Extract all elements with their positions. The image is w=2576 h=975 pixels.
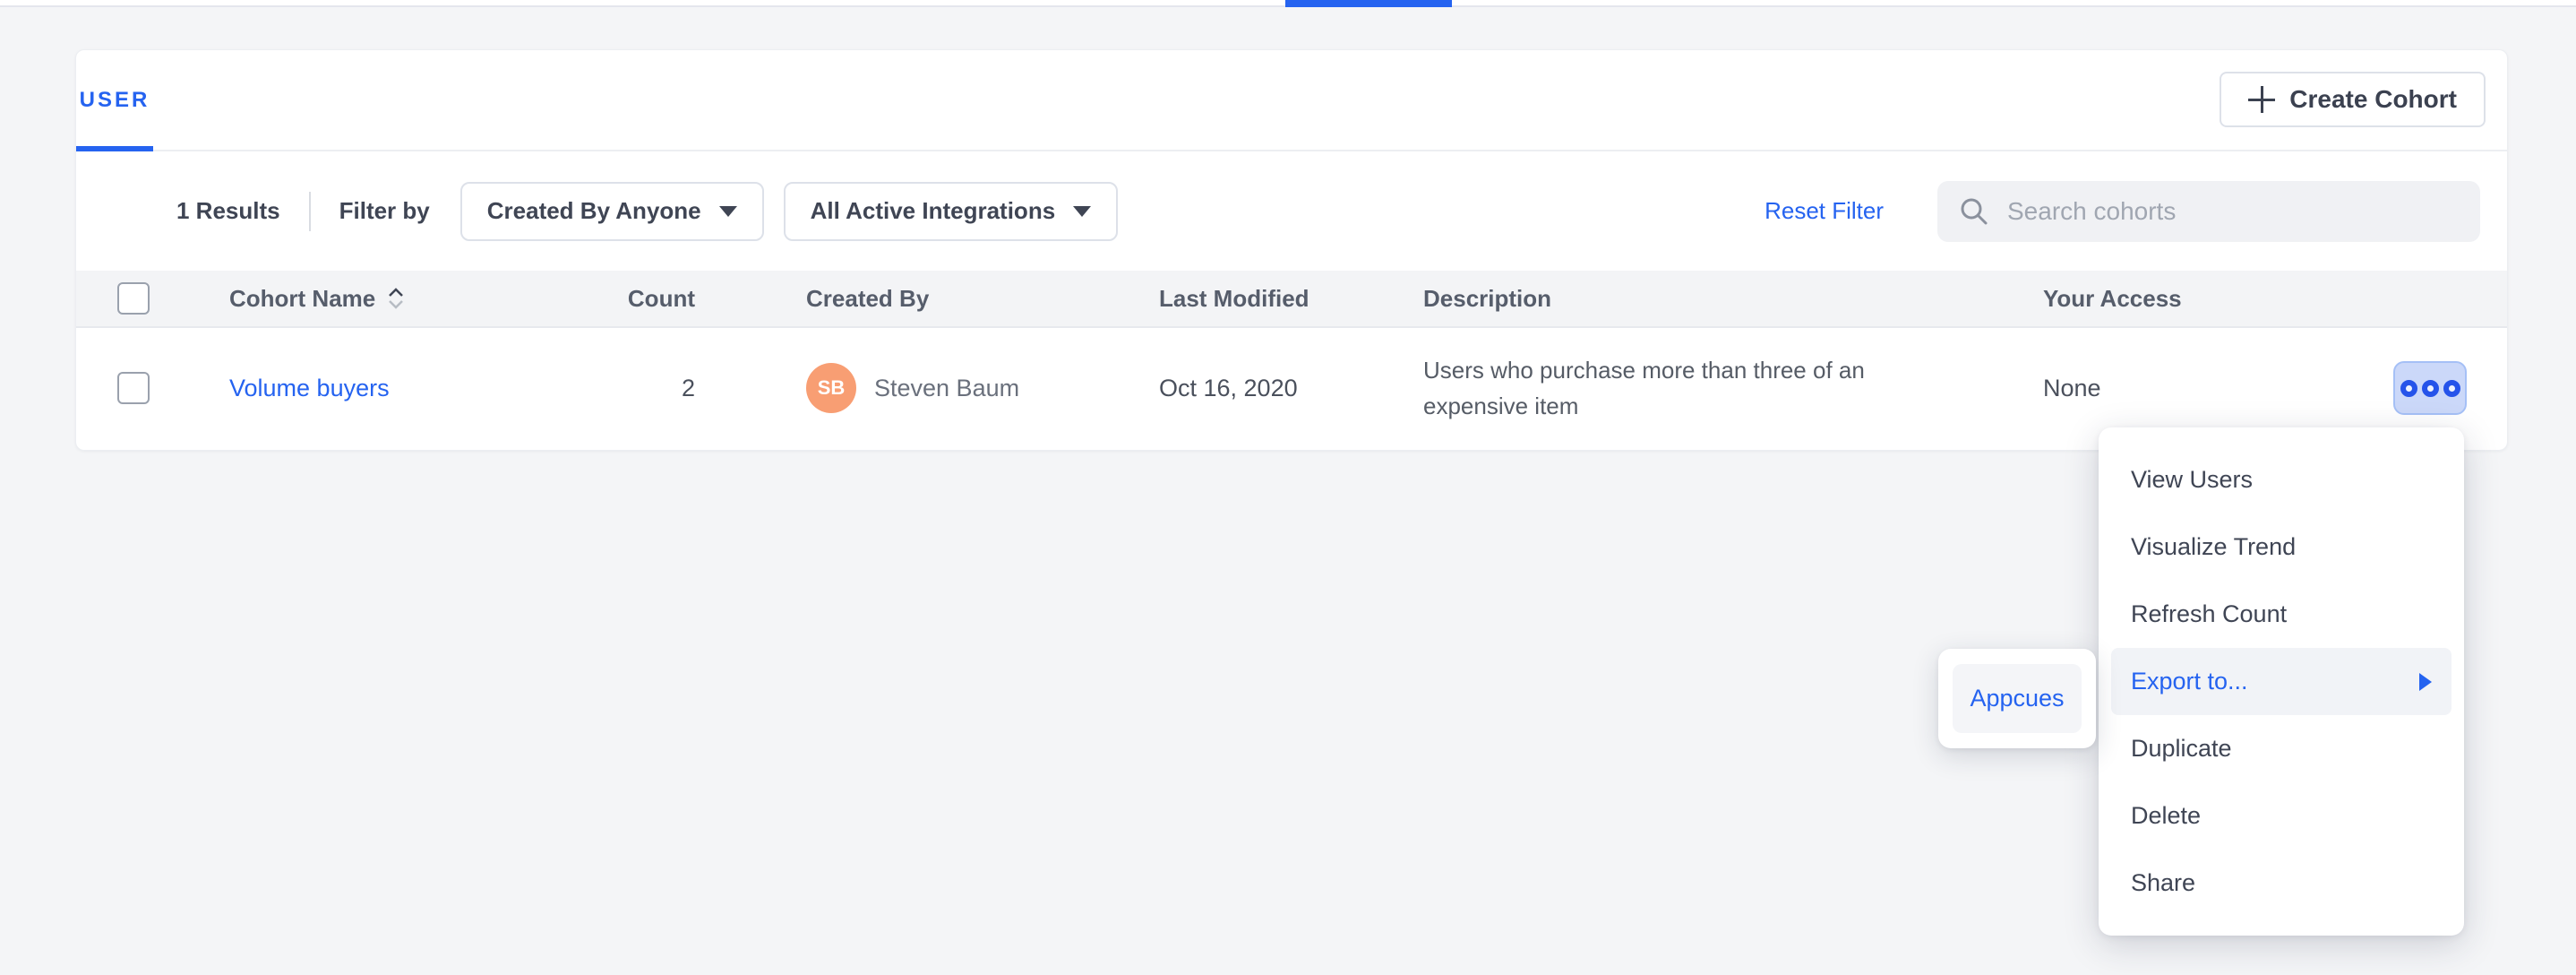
column-your-access[interactable]: Your Access (2043, 285, 2509, 313)
search-box[interactable] (1937, 181, 2480, 242)
menu-item-visualize-trend[interactable]: Visualize Trend (2111, 513, 2451, 581)
row-checkbox[interactable] (117, 372, 150, 404)
submenu-item-appcues[interactable]: Appcues (1953, 664, 2082, 733)
export-submenu: Appcues (1938, 649, 2096, 748)
reset-filter-link[interactable]: Reset Filter (1765, 197, 1884, 225)
menu-item-refresh-count[interactable]: Refresh Count (2111, 581, 2451, 648)
active-tab-indicator (1285, 0, 1452, 7)
menu-item-export-to[interactable]: Export to... (2111, 648, 2451, 715)
chevron-down-icon (1073, 206, 1091, 217)
top-tab-strip (0, 0, 2576, 7)
last-modified-value: Oct 16, 2020 (1159, 375, 1423, 402)
ellipsis-icon (2422, 380, 2439, 397)
plus-icon (2248, 86, 2275, 113)
tab-user[interactable]: USER (76, 50, 153, 150)
column-created-by[interactable]: Created By (806, 285, 1159, 313)
menu-item-duplicate[interactable]: Duplicate (2111, 715, 2451, 782)
integrations-dropdown[interactable]: All Active Integrations (784, 182, 1119, 241)
column-count[interactable]: Count (627, 285, 806, 313)
create-cohort-button[interactable]: Create Cohort (2220, 72, 2486, 127)
row-actions-button[interactable] (2393, 361, 2467, 415)
cohort-name-link[interactable]: Volume buyers (229, 375, 390, 402)
sort-icon (388, 288, 404, 309)
cohort-count: 2 (627, 375, 806, 402)
tab-user-label: USER (80, 88, 150, 113)
ellipsis-icon (2443, 380, 2460, 397)
created-by-dropdown-value: Created By Anyone (487, 197, 701, 225)
creator-name: Steven Baum (874, 375, 1019, 402)
column-last-modified[interactable]: Last Modified (1159, 285, 1423, 313)
chevron-down-icon (719, 206, 737, 217)
menu-item-delete[interactable]: Delete (2111, 782, 2451, 850)
filter-by-label: Filter by (339, 197, 430, 225)
menu-item-view-users[interactable]: View Users (2111, 446, 2451, 513)
filter-right-group: Reset Filter (1765, 181, 2480, 242)
avatar: SB (806, 363, 856, 413)
description-value: Users who purchase more than three of an… (1423, 352, 2043, 424)
ellipsis-icon (2400, 380, 2417, 397)
tab-active-underline (76, 146, 153, 151)
your-access-value: None (2043, 375, 2101, 402)
column-cohort-name[interactable]: Cohort Name (229, 285, 627, 313)
create-cohort-label: Create Cohort (2289, 85, 2457, 114)
divider (309, 192, 311, 231)
column-description[interactable]: Description (1423, 285, 2043, 313)
row-context-menu: View Users Visualize Trend Refresh Count… (2099, 427, 2464, 936)
table-header: Cohort Name Count Created By Last Modifi… (76, 271, 2507, 328)
panel-header: USER Create Cohort (76, 50, 2507, 151)
cohorts-panel: USER Create Cohort 1 Results Filter by C… (75, 49, 2508, 451)
submenu-arrow-icon (2419, 673, 2432, 691)
search-icon (1959, 196, 1989, 227)
select-all-checkbox[interactable] (117, 282, 150, 315)
integrations-dropdown-value: All Active Integrations (811, 197, 1056, 225)
menu-item-share[interactable]: Share (2111, 850, 2451, 917)
created-by-dropdown[interactable]: Created By Anyone (460, 182, 764, 241)
search-input[interactable] (2007, 197, 2459, 226)
results-count: 1 Results (176, 197, 280, 225)
filter-toolbar: 1 Results Filter by Created By Anyone Al… (76, 151, 2507, 271)
